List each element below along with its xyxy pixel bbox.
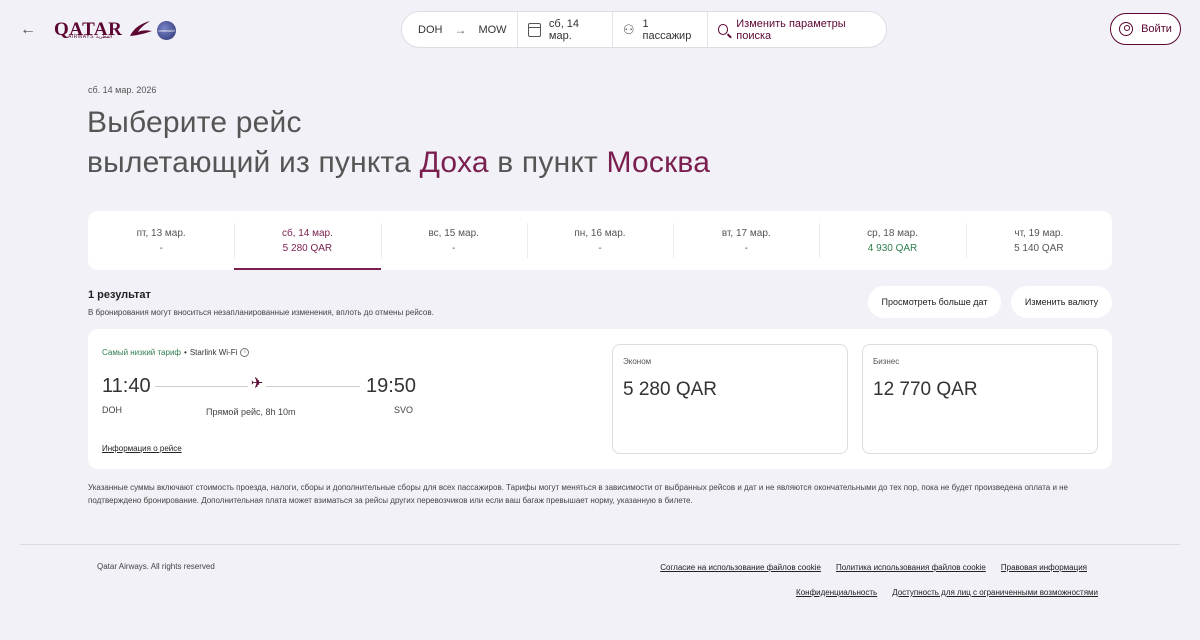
date-price: 5 280 QAR bbox=[282, 242, 333, 254]
user-icon bbox=[1119, 22, 1134, 36]
selected-date-label: сб. 14 мар. 2026 bbox=[88, 85, 157, 95]
calendar-icon bbox=[527, 22, 541, 37]
edit-search-label: Изменить параметры поиска bbox=[736, 17, 846, 42]
arrival-time: 19:50 bbox=[366, 375, 417, 397]
date-tab[interactable]: пт, 13 мар. - bbox=[88, 211, 234, 270]
lowest-fare-tag: Самый низкий тариф bbox=[102, 348, 181, 357]
title-line-1: Выберите рейс bbox=[87, 106, 302, 139]
arrival-code: SVO bbox=[394, 405, 414, 415]
destination-code: MOW bbox=[478, 23, 507, 36]
price-disclaimer: Указанные суммы включают стоимость проез… bbox=[88, 483, 1069, 505]
search-icon bbox=[717, 24, 729, 35]
brand-subtitle: AIRWAYS القطرية bbox=[68, 34, 113, 40]
passengers-icon: ⚇ bbox=[622, 21, 635, 37]
login-button[interactable]: Войти bbox=[1110, 13, 1181, 45]
origin-code: DOH bbox=[418, 23, 443, 36]
results-count: 1 результат bbox=[88, 289, 151, 301]
date-tab-selected[interactable]: сб, 14 мар. 5 280 QAR bbox=[234, 211, 381, 270]
business-fare-button[interactable]: Бизнес 12 770 QAR bbox=[862, 344, 1098, 454]
date-tab[interactable]: вс, 15 мар. - bbox=[380, 211, 527, 270]
login-label: Войти bbox=[1141, 23, 1172, 35]
footer-divider bbox=[20, 544, 1180, 545]
date-price-lowest: 4 930 QAR bbox=[867, 242, 918, 254]
footer-link-cookie-consent[interactable]: Согласие на использование файлов cookie bbox=[660, 563, 821, 572]
date-tab[interactable]: пн, 16 мар. - bbox=[526, 211, 673, 270]
economy-price: 5 280 QAR bbox=[623, 379, 717, 400]
title-line-2: вылетающий из пункта Доха в пункт Москва bbox=[87, 146, 711, 179]
flight-duration: Прямой рейс, 8h 10m bbox=[206, 407, 296, 417]
footer-link-privacy[interactable]: Конфиденциальность bbox=[796, 588, 877, 597]
route-segment[interactable]: DOH → MOW bbox=[402, 12, 518, 47]
date-price: - bbox=[598, 242, 602, 254]
departure-time: 11:40 bbox=[102, 375, 151, 397]
edit-search-button[interactable]: Изменить параметры поиска bbox=[708, 12, 886, 47]
tag-separator: • bbox=[184, 348, 187, 357]
airline-oryx-icon: ✈ bbox=[248, 375, 266, 393]
footer-link-accessibility[interactable]: Доступность для лиц с ограниченными возм… bbox=[892, 588, 1098, 597]
qatar-airways-logo[interactable]: QATAR AIRWAYS القطرية bbox=[54, 14, 154, 44]
date-price: - bbox=[452, 242, 456, 254]
arrow-right-icon: → bbox=[454, 22, 467, 37]
date-tab[interactable]: чт, 19 мар. 5 140 QAR bbox=[965, 211, 1112, 270]
more-dates-button[interactable]: Просмотреть больше дат bbox=[868, 286, 1001, 318]
flight-info-link[interactable]: Информация о рейсе bbox=[102, 444, 182, 453]
search-summary-bar[interactable]: DOH → MOW сб, 14 мар. ⚇ 1 пассажир Измен… bbox=[401, 11, 887, 48]
results-note: В бронирования могут вноситься незаплани… bbox=[88, 308, 434, 317]
info-icon[interactable]: i bbox=[240, 348, 250, 357]
date-price: 5 140 QAR bbox=[1014, 242, 1064, 254]
flight-tags: Самый низкий тариф • Starlink Wi-Fi i bbox=[102, 348, 250, 357]
flight-card: Самый низкий тариф • Starlink Wi-Fi i 11… bbox=[88, 329, 1112, 469]
footer-links-row-1: Согласие на использование файлов cookie … bbox=[660, 563, 1087, 572]
oneworld-logo: oneworld bbox=[157, 21, 176, 40]
back-arrow-icon[interactable]: ← bbox=[18, 20, 38, 40]
economy-label: Эконом bbox=[623, 357, 652, 366]
date-segment[interactable]: сб, 14 мар. bbox=[518, 12, 613, 47]
date-price: - bbox=[159, 242, 163, 254]
passenger-count: 1 пассажир bbox=[642, 17, 692, 42]
copyright: Qatar Airways. All rights reserved bbox=[97, 562, 215, 571]
economy-fare-button[interactable]: Эконом 5 280 QAR bbox=[612, 344, 848, 454]
search-date: сб, 14 мар. bbox=[548, 17, 580, 42]
change-currency-button[interactable]: Изменить валюту bbox=[1011, 286, 1112, 318]
business-label: Бизнес bbox=[873, 357, 900, 366]
footer-links-row-2: Конфиденциальность Доступность для лиц с… bbox=[796, 588, 1098, 597]
destination-city: Москва bbox=[606, 146, 711, 179]
page-title: Выберите рейс вылетающий из пункта Доха … bbox=[87, 103, 710, 183]
date-price: - bbox=[744, 242, 748, 254]
wifi-tag: Starlink Wi-Fi bbox=[189, 348, 238, 357]
passengers-segment[interactable]: ⚇ 1 пассажир bbox=[613, 12, 708, 47]
origin-city: Доха bbox=[419, 146, 489, 179]
footer-link-cookie-policy[interactable]: Политика использования файлов cookie bbox=[836, 563, 986, 572]
date-tab[interactable]: ср, 18 мар. 4 930 QAR bbox=[819, 211, 965, 270]
date-selector: пт, 13 мар. - сб, 14 мар. 5 280 QAR вс, 15… bbox=[88, 211, 1112, 270]
footer-link-legal[interactable]: Правовая информация bbox=[1001, 563, 1087, 572]
oryx-icon bbox=[130, 21, 153, 36]
business-price: 12 770 QAR bbox=[873, 379, 978, 400]
date-tab[interactable]: вт, 17 мар. - bbox=[673, 211, 819, 270]
departure-code: DOH bbox=[102, 405, 122, 415]
